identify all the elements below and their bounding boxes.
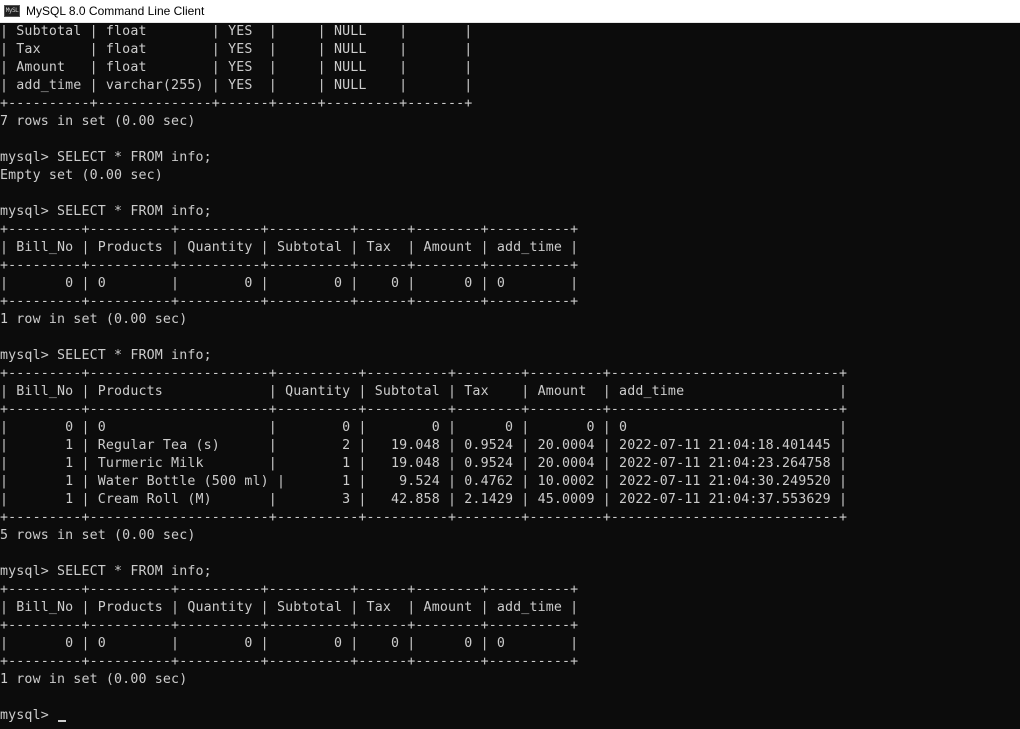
console-line: 1 row in set (0.00 sec) <box>0 672 188 687</box>
console-line: +---------+----------+----------+-------… <box>0 618 579 633</box>
console-line: | 0 | 0 | 0 | 0 | 0 | 0 | 0 | <box>0 636 579 651</box>
console-line: | 1 | Regular Tea (s) | 2 | 19.048 | 0.9… <box>0 438 848 453</box>
console-line: Empty set (0.00 sec) <box>0 168 163 183</box>
console-output[interactable]: | Subtotal | float | YES | | NULL | | | … <box>0 23 1020 729</box>
console-line: +---------+----------+----------+-------… <box>0 294 579 309</box>
console-line: mysql> SELECT * FROM info; <box>0 348 212 363</box>
console-line: 5 rows in set (0.00 sec) <box>0 528 196 543</box>
console-line: mysql> SELECT * FROM info; <box>0 150 212 165</box>
mysql-console-icon: MySL <box>4 5 20 17</box>
console-line: +---------+----------+----------+-------… <box>0 222 579 237</box>
console-line: mysql> SELECT * FROM info; <box>0 564 212 579</box>
console-line: +---------+----------+----------+-------… <box>0 654 579 669</box>
window-title: MySQL 8.0 Command Line Client <box>26 4 205 18</box>
console-line: +---------+----------+----------+-------… <box>0 582 579 597</box>
console-line: | Amount | float | YES | | NULL | | <box>0 60 473 75</box>
prompt-text: mysql> <box>0 708 58 723</box>
console-line: mysql> SELECT * FROM info; <box>0 204 212 219</box>
text-cursor <box>58 720 67 722</box>
console-line: | Bill_No | Products | Quantity | Subtot… <box>0 600 579 615</box>
console-line: | 1 | Water Bottle (500 ml) | 1 | 9.524 … <box>0 474 848 489</box>
console-line: 1 row in set (0.00 sec) <box>0 312 188 327</box>
console-line: | 1 | Turmeric Milk | 1 | 19.048 | 0.952… <box>0 456 848 471</box>
console-line: 7 rows in set (0.00 sec) <box>0 114 196 129</box>
console-line: | Bill_No | Products | Quantity | Subtot… <box>0 384 848 399</box>
console-line: | Subtotal | float | YES | | NULL | | <box>0 24 473 39</box>
console-line: | 1 | Cream Roll (M) | 3 | 42.858 | 2.14… <box>0 492 848 507</box>
console-line: +---------+----------------------+------… <box>0 402 848 417</box>
console-line: +---------+----------------------+------… <box>0 366 848 381</box>
console-line: | 0 | 0 | 0 | 0 | 0 | 0 | 0 | <box>0 420 848 435</box>
console-line: +---------+----------+----------+-------… <box>0 258 579 273</box>
console-line: | Bill_No | Products | Quantity | Subtot… <box>0 240 579 255</box>
console-line: +---------+----------------------+------… <box>0 510 848 525</box>
prompt-line[interactable]: mysql> <box>0 707 67 725</box>
title-bar[interactable]: MySL MySQL 8.0 Command Line Client <box>0 0 1020 23</box>
console-line: | 0 | 0 | 0 | 0 | 0 | 0 | 0 | <box>0 276 579 291</box>
console-line: | add_time | varchar(255) | YES | | NULL… <box>0 78 473 93</box>
console-line: +----------+--------------+------+-----+… <box>0 96 473 111</box>
console-line: | Tax | float | YES | | NULL | | <box>0 42 473 57</box>
